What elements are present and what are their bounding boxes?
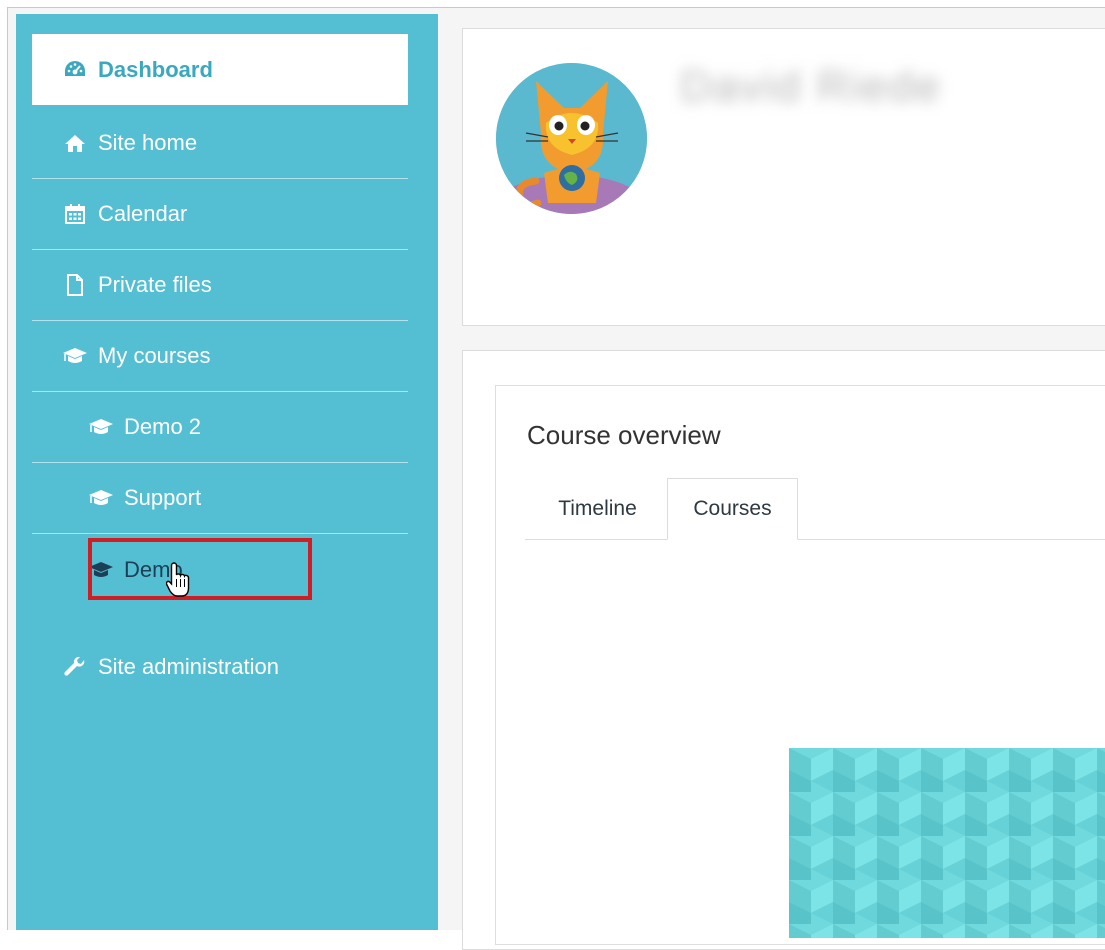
nav-calendar-label: Calendar — [98, 201, 188, 226]
tab-courses[interactable]: Courses — [667, 478, 798, 540]
nav-calendar[interactable]: Calendar — [32, 179, 408, 250]
calendar-icon — [62, 201, 88, 227]
tab-timeline[interactable]: Timeline — [535, 478, 660, 540]
nav-site-administration[interactable]: Site administration — [32, 631, 408, 702]
dashboard-icon — [62, 57, 88, 83]
nav-course-support[interactable]: Support — [32, 463, 408, 534]
user-full-name: David Riede — [680, 62, 942, 111]
block-title: Course overview — [527, 420, 721, 450]
nav-my-courses[interactable]: My courses — [32, 321, 408, 392]
nav-site-admin-label: Site administration — [98, 653, 279, 679]
nav-site-home-label: Site home — [98, 130, 198, 155]
graduation-cap-icon — [88, 414, 114, 440]
nav-dashboard[interactable]: Dashboard — [32, 34, 408, 105]
nav-course-demo-2[interactable]: Demo 2 — [32, 392, 408, 463]
nav-private-files[interactable]: Private files — [32, 250, 408, 321]
graduation-cap-icon — [62, 343, 88, 369]
user-avatar[interactable] — [496, 63, 647, 214]
nav-site-home[interactable]: Site home — [32, 108, 408, 179]
nav-course-label: Demo 2 — [124, 414, 202, 439]
nav-private-files-label: Private files — [98, 272, 212, 297]
hand-cursor-icon — [166, 562, 190, 597]
nav-drawer: Dashboard Site home Calendar Private fil… — [16, 14, 438, 930]
highlight-box — [88, 538, 312, 600]
nav-my-courses-label: My courses — [98, 343, 211, 368]
file-icon — [62, 272, 88, 298]
wrench-icon — [62, 654, 88, 680]
home-icon — [62, 130, 88, 156]
nav-dashboard-label: Dashboard — [98, 56, 213, 82]
nav-course-label: Support — [124, 485, 202, 510]
course-image[interactable] — [789, 748, 1105, 938]
graduation-cap-icon — [88, 485, 114, 511]
